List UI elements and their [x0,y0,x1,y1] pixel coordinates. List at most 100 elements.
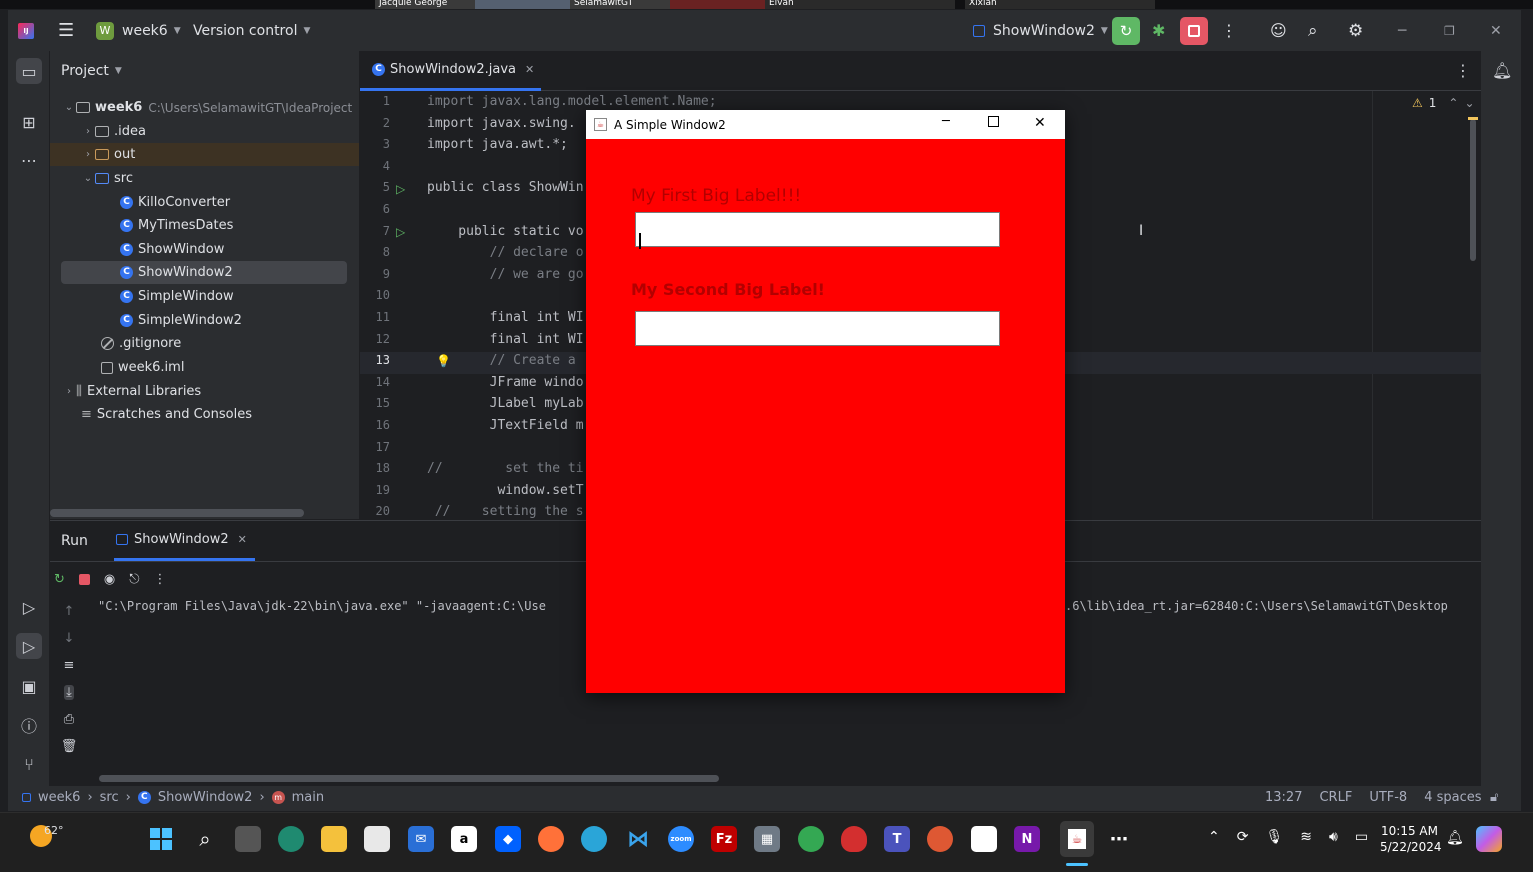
trash-icon[interactable]: 🗑︎ [61,739,78,754]
terminal-icon[interactable]: ▣ [16,673,42,699]
version-control-menu[interactable]: Version control ▼ [193,10,310,51]
arrow-down-icon[interactable]: ↓ [64,631,75,646]
windows-start-icon[interactable] [148,826,174,852]
sync-icon[interactable]: ⟳ [1237,829,1249,845]
first-text-field[interactable] [635,212,1000,247]
stop-button[interactable] [1180,10,1208,51]
battery-icon[interactable]: ▭ [1355,829,1368,845]
task-view-icon[interactable] [235,826,261,852]
more-tools-icon[interactable]: ⋯ [16,147,42,173]
calculator-icon[interactable]: ▦ [754,826,780,852]
lock-icon[interactable]: 🔓︎ [1490,790,1498,805]
minimize-icon[interactable]: ─ [1398,10,1406,51]
main-menu-icon[interactable]: ☰ [58,10,74,51]
swing-window-titlebar[interactable]: ☕︎ A Simple Window2 ─ ✕ [586,110,1065,139]
scroll-to-end-icon[interactable]: ⤓ [64,685,74,700]
edge-dev-icon[interactable] [278,826,304,852]
tree-node-file[interactable]: .gitignore [50,332,359,355]
file-encoding[interactable]: UTF-8 [1369,790,1407,805]
indent-setting[interactable]: 4 spaces [1424,790,1481,805]
tree-node-file[interactable]: week6.iml [50,356,359,379]
close-icon[interactable]: ✕ [1034,115,1046,131]
vscode-icon[interactable]: ⋈ [625,826,651,852]
editor-tab-showwindow2[interactable]: C ShowWindow2.java ✕ [360,51,541,91]
stop-icon[interactable] [78,573,90,585]
project-view-title[interactable]: Project ▼ [61,63,122,79]
run-gutter-icon[interactable]: ▷ [396,225,405,239]
more-actions-icon[interactable]: ⋮ [1221,10,1237,51]
breadcrumb-method[interactable]: main [292,790,324,805]
camera-icon[interactable]: ◉ [104,572,115,587]
more-tabs-icon[interactable]: ⋮ [1455,61,1471,80]
tree-node-class[interactable]: C ShowWindow [50,238,359,261]
teams-icon[interactable]: T [884,826,910,852]
line-separator[interactable]: CRLF [1319,790,1352,805]
search-icon[interactable]: ⌕ [1308,10,1318,51]
second-text-field[interactable] [635,311,1000,346]
amazon-icon[interactable]: a [451,826,477,852]
notifications-bell-icon[interactable]: 🔔︎ [1492,61,1512,80]
volume-icon[interactable]: 🔊︎ [1329,829,1338,845]
minimize-icon[interactable]: ─ [942,114,950,129]
zoom-icon[interactable]: zoom [668,826,694,852]
tree-node-scratches[interactable]: ≡ Scratches and Consoles [50,403,359,426]
close-tab-icon[interactable]: ✕ [238,533,247,546]
lightbulb-icon[interactable]: 💡 [436,354,451,368]
tree-node-class[interactable]: C KilloConverter [50,191,359,214]
horizontal-scrollbar[interactable] [50,509,304,517]
intellij-logo-icon[interactable]: IJ [18,10,34,51]
tree-node-out[interactable]: › out [50,143,359,166]
project-switcher[interactable]: W week6 ▼ [96,10,181,51]
copilot-icon[interactable] [1476,826,1502,852]
search-icon[interactable]: ⌕ [192,826,218,852]
tree-node-idea[interactable]: › .idea [50,120,359,143]
dropbox-icon[interactable]: ◆ [495,826,521,852]
rerun-button[interactable]: ↻ [1112,10,1140,51]
breadcrumb-project[interactable]: week6 [38,790,80,805]
more-apps-icon[interactable]: ⋯ [1106,826,1132,852]
run-config-selector[interactable]: ShowWindow2 ▼ [973,10,1108,51]
tree-node-class[interactable]: C SimpleWindow [50,285,359,308]
structure-tool-icon[interactable]: ⊞ [16,109,42,135]
console-output-line[interactable]: "C:\Program Files\Java\jdk-22\bin\java.e… [98,599,546,613]
exit-icon[interactable]: ⎋ [129,572,139,587]
close-icon[interactable]: ✕ [1490,10,1502,51]
filezilla-icon[interactable]: Fz [711,826,737,852]
java-app-taskbar-icon[interactable]: ☕︎ [1060,821,1094,857]
print-icon[interactable]: ⎙ [64,712,74,727]
microsoft-store-icon[interactable] [364,826,390,852]
onenote-icon[interactable]: N [1014,826,1040,852]
antivirus-shield-icon[interactable] [841,826,867,852]
git-icon[interactable]: ⑂ [16,751,42,777]
duckduckgo-icon[interactable] [927,826,953,852]
project-tool-folder-icon[interactable]: ▭ [16,58,42,84]
arrow-up-icon[interactable]: ↑ [64,604,75,619]
slack-icon[interactable] [971,826,997,852]
horizontal-scrollbar[interactable] [99,775,719,782]
firefox-icon[interactable] [538,826,564,852]
code-with-me-icon[interactable]: ☺ [1270,10,1287,51]
run-tool-icon[interactable]: ▷ [16,633,42,659]
chevron-up-icon[interactable]: ⌃ [1208,829,1220,845]
file-explorer-icon[interactable] [321,826,347,852]
settings-gear-icon[interactable]: ⚙ [1348,10,1363,51]
caret-position[interactable]: 13:27 [1265,790,1302,805]
breadcrumb-class[interactable]: ShowWindow2 [158,790,253,805]
weather-widget[interactable]: 62° [30,824,76,847]
debug-icon[interactable]: ✱ [1152,10,1165,51]
tree-node-class[interactable]: C MyTimesDates [50,214,359,237]
tree-node-external-libraries[interactable]: › ⫼ External Libraries [50,380,359,403]
run-tab-showwindow2[interactable]: ShowWindow2 ✕ [114,521,255,561]
edge-icon[interactable] [581,826,607,852]
breadcrumb-src[interactable]: src [100,790,119,805]
tree-node-class[interactable]: C SimpleWindow2 [50,309,359,332]
wifi-icon[interactable]: ≋ [1300,829,1312,845]
more-options-icon[interactable]: ⋮ [154,572,167,587]
tree-node-class-selected[interactable]: C ShowWindow2 [61,261,347,284]
tree-node-src[interactable]: ⌄ src [50,167,359,190]
clock[interactable]: 10:15 AM 5/22/2024 [1380,823,1442,855]
problems-icon[interactable]: ⓘ [16,712,42,738]
console-output-line-tail[interactable]: .6\lib\idea_rt.jar=62840:C:\Users\Selama… [1065,599,1481,613]
mail-icon[interactable]: ✉ [408,826,434,852]
services-icon[interactable]: ▷ [16,594,42,620]
